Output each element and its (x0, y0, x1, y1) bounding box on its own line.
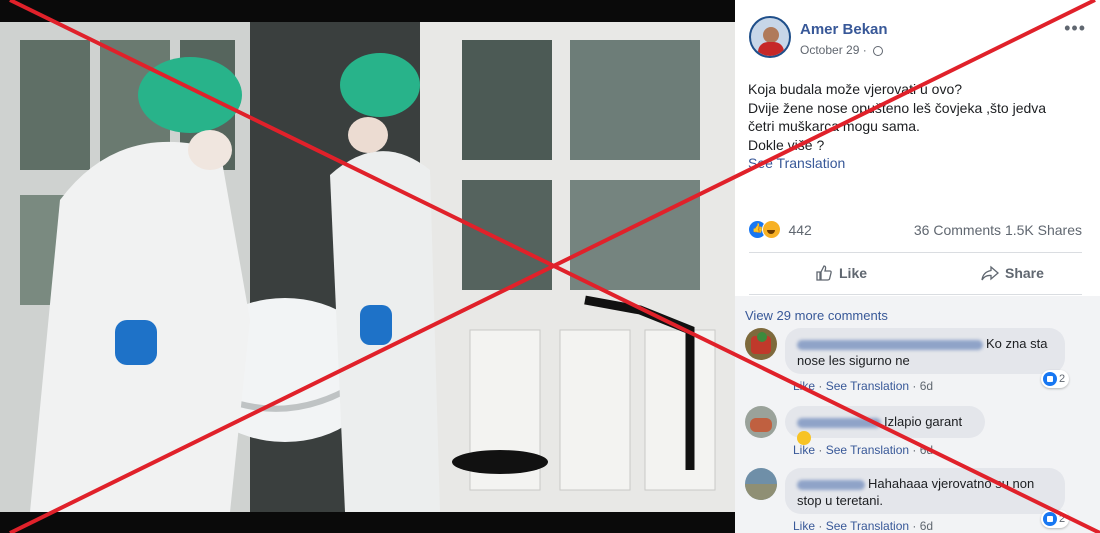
comment-text: Ko zna sta (986, 336, 1048, 351)
comment-meta: Like · See Translation · 6d (793, 519, 934, 533)
comment-bubble: Hahahaaa vjerovatno su non stop u tereta… (785, 468, 1065, 514)
comment-reaction-count: 2 (1059, 513, 1066, 525)
divider (749, 294, 1082, 295)
post-date[interactable]: October 29 (800, 43, 859, 57)
comment-like-link[interactable]: Like (793, 443, 815, 457)
engagement-counts: 36 Comments 1.5K Shares (914, 222, 1082, 238)
like-button[interactable]: Like (815, 254, 867, 292)
author-name[interactable]: Amer Bekan (800, 21, 888, 38)
comment-item: Ko zna sta nose les sigurno ne 2 Like · … (745, 328, 1075, 394)
comment-time[interactable]: 6d (920, 379, 933, 393)
more-options-icon[interactable]: ••• (1064, 18, 1086, 39)
post-actions: Like Share (749, 254, 1082, 292)
commenter-avatar[interactable] (745, 468, 777, 500)
commenter-avatar[interactable] (745, 406, 777, 438)
shares-count[interactable]: 1.5K Shares (1005, 222, 1082, 238)
like-button-label: Like (839, 265, 868, 281)
comment-time[interactable]: 6d (920, 519, 933, 533)
comment-item: Izlapio garant Like · See Translation · … (745, 406, 1075, 457)
haha-reaction-icon (762, 220, 781, 239)
comment-text: nose les sigurno ne (797, 353, 910, 368)
comment-item: Hahahaaa vjerovatno su non stop u tereta… (745, 468, 1075, 533)
post-text-line: Dvije žene nose opušteno leš čovjeka ,št… (748, 99, 1047, 116)
see-translation-link[interactable]: See Translation (748, 154, 1078, 173)
comment-reaction-badge[interactable]: 2 (1041, 510, 1070, 528)
comment-reaction-count: 2 (1059, 373, 1066, 385)
commenter-name-redacted[interactable] (797, 417, 881, 428)
commenter-name-redacted[interactable] (797, 479, 865, 490)
reactions-summary[interactable]: 442 (749, 220, 812, 240)
post-header: Amer Bekan October 29 · ••• (749, 16, 1086, 62)
commenter-name-redacted[interactable] (797, 339, 983, 350)
comment-time[interactable]: 6d (920, 443, 933, 457)
comment-see-translation-link[interactable]: See Translation (826, 519, 909, 533)
comments-count[interactable]: 36 Comments (914, 222, 1001, 238)
post-text-line: četri muškarca mogu sama. (748, 118, 920, 134)
comment-like-link[interactable]: Like (793, 519, 815, 533)
comment-see-translation-link[interactable]: See Translation (826, 443, 909, 457)
comment-see-translation-link[interactable]: See Translation (826, 379, 909, 393)
share-button-label: Share (1005, 265, 1044, 281)
comment-reaction-badge[interactable]: 2 (1041, 370, 1070, 388)
reaction-count: 442 (788, 221, 812, 238)
globe-icon (873, 46, 884, 56)
comment-bubble: Izlapio garant (785, 406, 985, 445)
share-button[interactable]: Share (981, 254, 1044, 292)
meta-separator: · (862, 43, 867, 57)
post-text: Koja budala može vjerovati u ovo? Dvije … (748, 80, 1078, 173)
photo-illustration (0, 0, 735, 533)
author-avatar[interactable] (749, 16, 791, 58)
post-panel: Amer Bekan October 29 · ••• Koja budala … (735, 0, 1100, 533)
post-text-line: Koja budala može vjerovati u ovo? (748, 81, 963, 97)
post-photo[interactable] (0, 0, 735, 533)
thumbs-up-icon (816, 265, 832, 281)
like-reaction-icon (1043, 372, 1057, 387)
comment-meta: Like · See Translation · 6d (793, 379, 934, 393)
post-meta: October 29 · (800, 43, 884, 57)
comment-text: stop u teretani. (797, 493, 883, 508)
comment-like-link[interactable]: Like (793, 379, 815, 393)
comment-text: Izlapio garant (884, 414, 963, 429)
comment-text: Hahahaaa vjerovatno su non (868, 476, 1035, 491)
share-arrow-icon (981, 265, 999, 281)
post-text-line: Dokle više ? (748, 136, 825, 153)
divider (749, 252, 1082, 253)
like-reaction-icon (1043, 512, 1057, 527)
view-more-comments-link[interactable]: View 29 more comments (745, 308, 888, 323)
comment-meta: Like · See Translation · 6d (793, 443, 934, 457)
comment-bubble: Ko zna sta nose les sigurno ne (785, 328, 1065, 374)
commenter-avatar[interactable] (745, 328, 777, 360)
